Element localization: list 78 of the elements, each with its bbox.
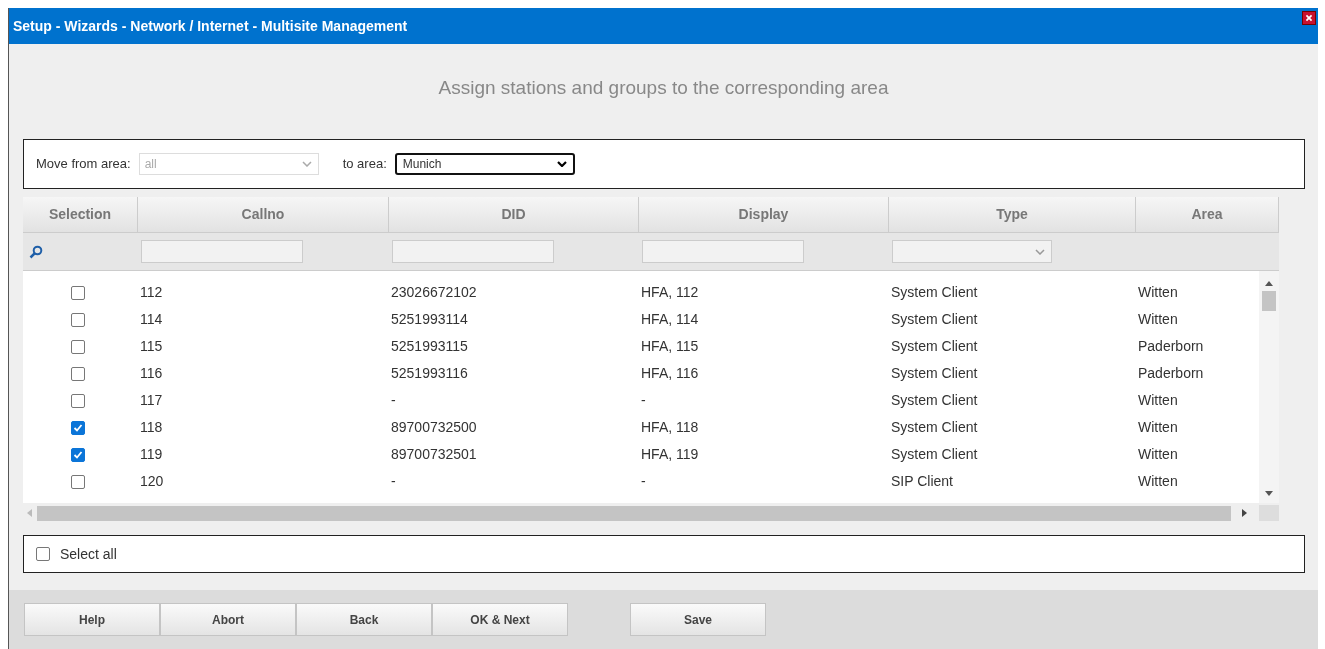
table-cell-text: 5251993116 [390, 364, 469, 383]
column-header[interactable]: Display [639, 197, 889, 232]
table-cell-text: HFA, 114 [640, 310, 700, 329]
caret-icon [556, 161, 567, 167]
footer-button[interactable]: Help [24, 603, 160, 636]
table-cell-text: 112 [139, 283, 164, 302]
footer-button[interactable]: Abort [160, 603, 296, 636]
column-header[interactable]: Selection [23, 197, 138, 232]
table-cell-text: HFA, 115 [640, 337, 700, 356]
checkbox[interactable] [71, 447, 85, 462]
footer-button[interactable]: Back [296, 603, 432, 636]
table-cell-text: HFA, 119 [640, 445, 700, 464]
table-cell-text: System Client [890, 418, 979, 437]
table-cell-text: Paderborn [1137, 337, 1205, 356]
scroll-down-icon[interactable] [1264, 489, 1274, 497]
checkbox[interactable] [71, 312, 85, 327]
scroll-thumb[interactable] [1262, 291, 1276, 311]
caret-icon [1035, 248, 1045, 255]
table-cell-text: 116 [139, 364, 164, 383]
table-cell-text: SIP Client [890, 472, 954, 491]
checkbox[interactable] [71, 366, 85, 381]
footer-button[interactable]: OK & Next [432, 603, 568, 636]
vertical-scrollbar[interactable] [1259, 271, 1279, 503]
filter-field[interactable] [642, 240, 804, 263]
page-heading: Assign stations and groups to the corresponding area [438, 77, 889, 98]
close-icon[interactable] [1302, 11, 1316, 25]
table-cell-text: Witten [1137, 310, 1179, 329]
table-cell-text: 23026672102 [390, 283, 478, 302]
table-cell-text: System Client [890, 283, 979, 302]
table-cell-text: 5251993115 [390, 337, 469, 356]
search-icon[interactable] [29, 244, 43, 259]
checkbox[interactable] [36, 547, 50, 561]
table-cell-text: Witten [1137, 472, 1179, 491]
table-cell-text: System Client [890, 337, 979, 356]
table-cell-text: - [390, 472, 397, 491]
table-cell-text: System Client [890, 445, 979, 464]
table-cell-text: 118 [139, 418, 164, 437]
column-header[interactable]: Type [889, 197, 1136, 232]
table-cell-text: HFA, 118 [640, 418, 700, 437]
table-cell-text: 89700732500 [390, 418, 478, 437]
table-cell-text: Paderborn [1137, 364, 1205, 383]
table-cell-text: Witten [1137, 391, 1179, 410]
table-cell-text: 115 [139, 337, 164, 356]
column-header[interactable]: Area [1136, 197, 1279, 232]
column-header[interactable]: DID [389, 197, 639, 232]
filter-field[interactable] [141, 240, 303, 263]
table-cell-text: 114 [139, 310, 164, 329]
table-cell-text: - [390, 391, 397, 410]
table-cell-text: 120 [139, 472, 165, 491]
checkbox-label: Select all [60, 544, 117, 564]
table-cell-text: - [640, 391, 647, 410]
column-header[interactable]: Callno [138, 197, 389, 232]
checkbox[interactable] [71, 393, 85, 408]
table-cell-text: Witten [1137, 283, 1179, 302]
window-title: Setup - Wizards - Network / Internet - Multisite Management [13, 16, 408, 36]
field-label: Move from area: [36, 155, 131, 174]
table-cell-text: 119 [139, 445, 164, 464]
table-cell-text: System Client [890, 364, 979, 383]
checkbox[interactable] [71, 285, 85, 300]
checkbox[interactable] [71, 474, 85, 489]
table-cell-text: Witten [1137, 418, 1179, 437]
table-cell-text: HFA, 116 [640, 364, 700, 383]
checkbox[interactable] [71, 420, 85, 435]
checkbox[interactable] [71, 339, 85, 354]
table-cell-text: 117 [139, 391, 164, 410]
table-cell-text: - [640, 472, 647, 491]
table-cell-text: Witten [1137, 445, 1179, 464]
table-cell-text: System Client [890, 310, 979, 329]
table-cell-text: 89700732501 [390, 445, 478, 464]
table-cell-text: HFA, 112 [640, 283, 700, 302]
area-dropdown[interactable]: Munich [394, 153, 575, 175]
filter-field[interactable] [392, 240, 554, 263]
table-cell-text: System Client [890, 391, 979, 410]
footer-button[interactable]: Save [630, 603, 766, 636]
field-label: to area: [342, 155, 387, 174]
table-cell-text: 5251993114 [390, 310, 469, 329]
caret-icon [301, 161, 312, 167]
scroll-up-icon[interactable] [1264, 279, 1274, 287]
